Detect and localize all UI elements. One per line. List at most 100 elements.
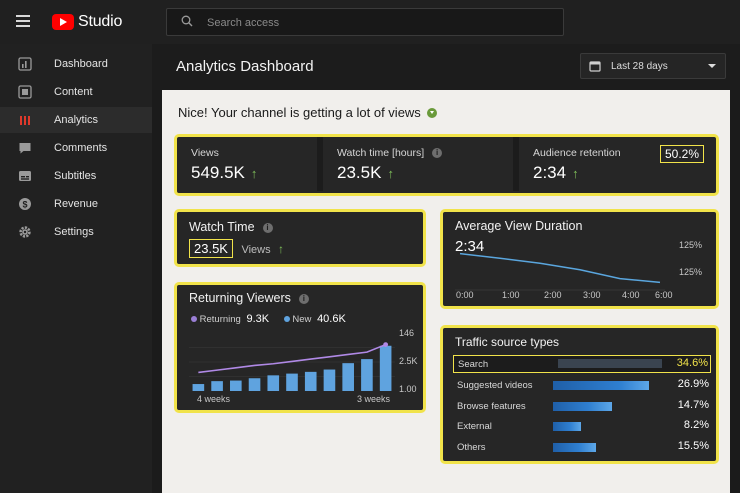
legend-swatch-new [283, 316, 290, 322]
calendar-icon [589, 61, 601, 72]
sidebar-item-revenue[interactable]: $ Revenue [0, 191, 152, 217]
traffic-row-suggested[interactable]: Suggested videos 26.9% [453, 376, 711, 394]
traffic-row-external[interactable]: External 8.2% [453, 417, 711, 435]
sidebar-item-content[interactable]: Content [0, 79, 152, 105]
sidebar-item-settings[interactable]: Settings [0, 219, 152, 245]
y-tick-label: 1.00 [399, 384, 417, 394]
line-returning [198, 343, 386, 374]
card-title: Average View Duration [455, 219, 583, 233]
returning-viewers-chart [189, 342, 395, 391]
analytics-content: Nice! Your channel is getting a lot of v… [162, 90, 730, 493]
legend-label: New [292, 314, 312, 325]
kpi-value-text: 2:34 [533, 163, 567, 182]
search-input[interactable] [207, 13, 547, 33]
sidebar-item-label: Content [54, 86, 93, 98]
brand-label: Studio [78, 13, 123, 30]
sidebar-item-label: Analytics [54, 114, 99, 126]
trend-up-icon: ↑ [250, 166, 258, 181]
top-bar: Studio [0, 0, 740, 44]
traffic-source-card[interactable]: Traffic source types Search 34.6% Sugges… [440, 325, 719, 464]
kpi-audience-retention[interactable]: Audience retention 50.2% 2:34 ↑ [519, 137, 716, 191]
returning-viewers-card[interactable]: Returning Viewers i Returning 9.3K New 40… [174, 282, 426, 413]
x-tick-label: 4 weeks [197, 394, 231, 404]
info-icon[interactable]: i [298, 294, 309, 304]
search-icon [181, 15, 193, 27]
traffic-row-search[interactable]: Search 34.6% [453, 355, 711, 373]
traffic-row-value: 26.9% [677, 378, 709, 390]
x-tick-label: 1:00 [502, 290, 520, 300]
kpi-label-text: Watch time [hours] [337, 147, 425, 159]
info-icon[interactable]: i [432, 148, 443, 158]
traffic-row-value: 15.5% [677, 440, 709, 452]
content-icon [18, 85, 32, 99]
settings-icon [19, 226, 31, 238]
kpi-watch-time[interactable]: Watch time [hours] i 23.5K ↑ [323, 137, 513, 191]
trend-up-icon: ↑ [572, 166, 579, 181]
x-tick-label: 3:00 [583, 290, 601, 300]
kpi-value: 23.5K ↑ [337, 163, 394, 183]
sidebar-item-comments[interactable]: Comments [0, 135, 152, 161]
legend-value: 40.6K [317, 313, 346, 325]
legend-swatch-returning [191, 316, 197, 322]
search-bar[interactable] [166, 8, 564, 36]
studio-logo[interactable]: Studio [52, 12, 122, 32]
avg-view-duration-card[interactable]: Average View Duration 2:34 125% 125% 0:0… [440, 209, 719, 309]
bar-new [192, 384, 205, 391]
bar-new [211, 381, 223, 391]
info-icon[interactable]: i [262, 223, 273, 233]
bar-new [248, 378, 261, 391]
y-tick-label: 2.5K [399, 356, 418, 366]
bar-new [230, 380, 242, 391]
comments-icon [19, 143, 31, 154]
traffic-row-label: Browse features [457, 401, 526, 412]
main-header: Analytics Dashboard Last 28 days [152, 44, 740, 90]
bar-new [304, 371, 317, 391]
sidebar-item-label: Comments [54, 142, 108, 154]
sidebar-item-label: Revenue [54, 198, 99, 210]
card-title: Watch Time i [189, 220, 273, 234]
traffic-row-label: Suggested videos [457, 380, 533, 391]
check-icon [426, 107, 437, 118]
date-range-label: Last 28 days [611, 61, 668, 72]
kpi-label: Audience retention [533, 147, 621, 159]
kpi-value: 549.5K ↑ [191, 163, 257, 183]
status-banner: Nice! Your channel is getting a lot of v… [178, 105, 437, 120]
kpi-label: Views [191, 147, 219, 159]
dashboard-icon [18, 57, 32, 71]
chevron-down-icon [708, 64, 716, 68]
kpi-value-text: 549.5K [191, 163, 245, 182]
revenue-icon: $ [19, 198, 31, 210]
legend-label: Returning [199, 314, 241, 325]
date-range-select[interactable]: Last 28 days [580, 53, 726, 79]
y-tick-label: 125% [679, 267, 703, 277]
hamburger-icon[interactable] [16, 15, 30, 27]
bar-new [379, 345, 392, 391]
trend-up-icon: ↑ [278, 242, 285, 256]
sidebar: Dashboard Content Analytics Comments Sub… [0, 44, 152, 493]
sidebar-item-dashboard[interactable]: Dashboard [0, 51, 152, 77]
point-returning [383, 342, 389, 347]
card-title-text: Returning Viewers [189, 291, 291, 305]
traffic-bar [558, 359, 662, 368]
traffic-bar [553, 402, 612, 411]
banner-text: Nice! Your channel is getting a lot of v… [178, 105, 421, 120]
bar-new [286, 373, 298, 391]
bar-new [342, 363, 354, 391]
traffic-bar [553, 422, 581, 431]
retention-badge: 50.2% [659, 145, 704, 163]
x-tick-label: 3 weeks [357, 394, 391, 404]
kpi-value-text: 23.5K [337, 163, 382, 182]
traffic-row-others[interactable]: Others 15.5% [453, 438, 711, 456]
traffic-row-browse[interactable]: Browse features 14.7% [453, 397, 711, 415]
svg-text:$: $ [22, 199, 27, 209]
traffic-row-value: 34.6% [676, 357, 708, 369]
bar-new [361, 359, 373, 391]
watch-time-card[interactable]: Watch Time i 23.5K Views ↑ [174, 209, 426, 267]
y-tick-label: 125% [679, 240, 703, 250]
sidebar-item-analytics[interactable]: Analytics [0, 107, 152, 133]
sidebar-item-subtitles[interactable]: Subtitles [0, 163, 152, 189]
x-tick-label: 0:00 [456, 290, 474, 300]
card-title: Traffic source types [455, 335, 560, 349]
traffic-row-value: 8.2% [683, 419, 709, 431]
kpi-views[interactable]: Views 549.5K ↑ [177, 137, 317, 191]
